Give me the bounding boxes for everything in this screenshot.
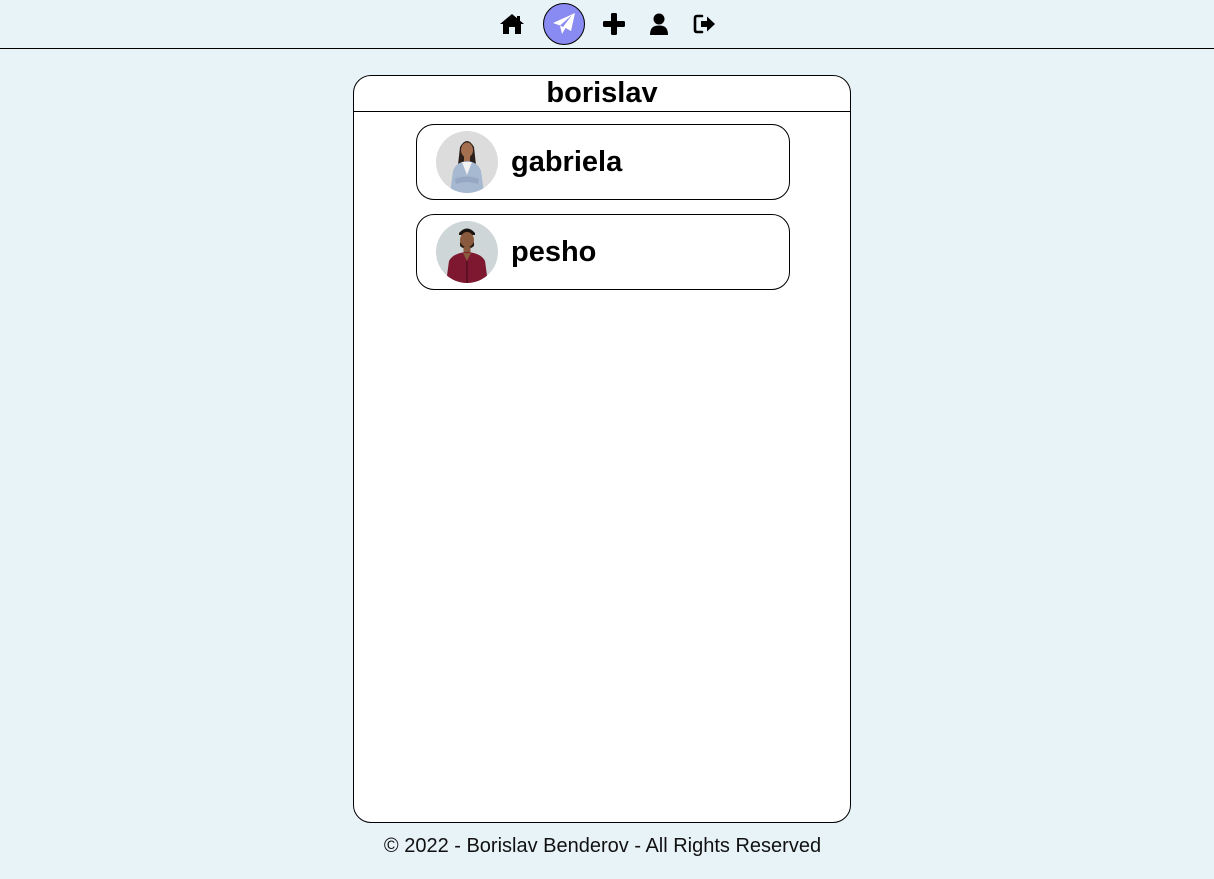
contact-item-pesho[interactable]: pesho bbox=[416, 214, 790, 290]
sign-out-icon[interactable] bbox=[684, 3, 726, 45]
avatar bbox=[436, 131, 498, 193]
panel-title: borislav bbox=[354, 76, 850, 112]
avatar bbox=[436, 221, 498, 283]
user-icon[interactable] bbox=[638, 3, 680, 45]
home-icon[interactable] bbox=[491, 3, 533, 45]
contact-name: gabriela bbox=[511, 146, 623, 178]
chat-list-panel: borislav gabriela pesho bbox=[353, 75, 851, 823]
footer-copyright: © 2022 - Borislav Benderov - All Rights … bbox=[383, 835, 822, 857]
contact-item-gabriela[interactable]: gabriela bbox=[416, 124, 790, 200]
top-navigation-bar bbox=[0, 0, 1214, 49]
paper-plane-icon[interactable] bbox=[543, 3, 585, 45]
plus-icon[interactable] bbox=[593, 3, 635, 45]
contact-name: pesho bbox=[511, 236, 597, 268]
